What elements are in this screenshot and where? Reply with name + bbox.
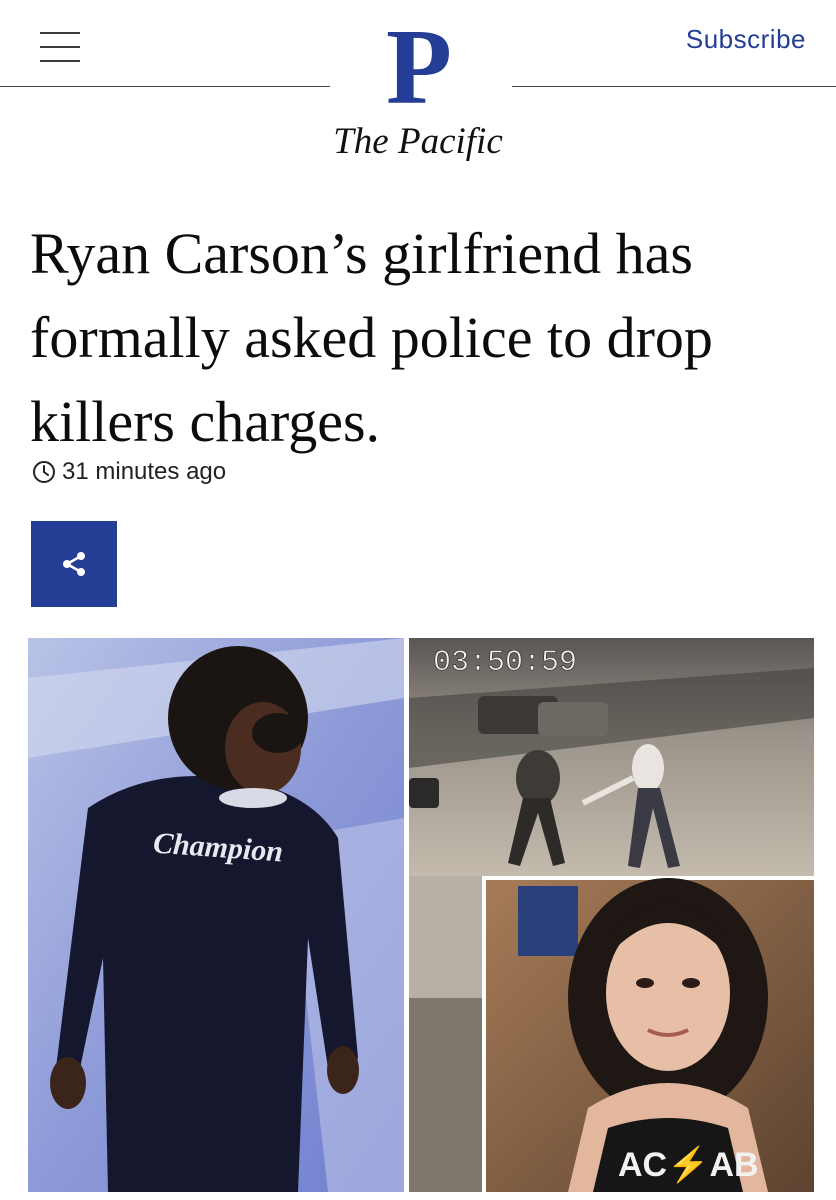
- share-icon: [63, 552, 85, 576]
- header-divider-left: [0, 86, 330, 87]
- article-headline: Ryan Carson’s girlfriend has formally as…: [30, 221, 713, 454]
- cctv-panel: 03:50:59: [409, 638, 814, 876]
- header-divider-right: [512, 86, 836, 87]
- site-logo[interactable]: P: [384, 14, 454, 122]
- menu-line: [40, 60, 80, 62]
- menu-line: [40, 46, 80, 48]
- portrait-inset: AC⚡AB: [482, 876, 814, 1192]
- subscribe-link[interactable]: Subscribe: [686, 24, 806, 55]
- article-timestamp: 31 minutes ago: [32, 456, 226, 488]
- menu-line: [40, 32, 80, 34]
- cctv-timestamp: 03:50:59: [433, 646, 577, 680]
- street-lower-panel: [409, 876, 482, 1192]
- collage-divider: [404, 638, 409, 1192]
- clock-icon: [33, 461, 55, 483]
- share-button[interactable]: [31, 521, 117, 607]
- collage-image: Champion 03:50:59 AC⚡AB: [28, 638, 814, 1192]
- left-photo-panel: Champion: [28, 638, 404, 1192]
- article-hero-image[interactable]: Champion 03:50:59 AC⚡AB: [28, 638, 814, 1192]
- site-header: P Subscribe The Pacific: [0, 0, 836, 180]
- brand-name[interactable]: The Pacific: [0, 120, 836, 163]
- timestamp-text: 31 minutes ago: [62, 458, 227, 485]
- tank-top-text: AC⚡AB: [618, 1145, 759, 1185]
- hamburger-menu-icon[interactable]: [40, 30, 80, 64]
